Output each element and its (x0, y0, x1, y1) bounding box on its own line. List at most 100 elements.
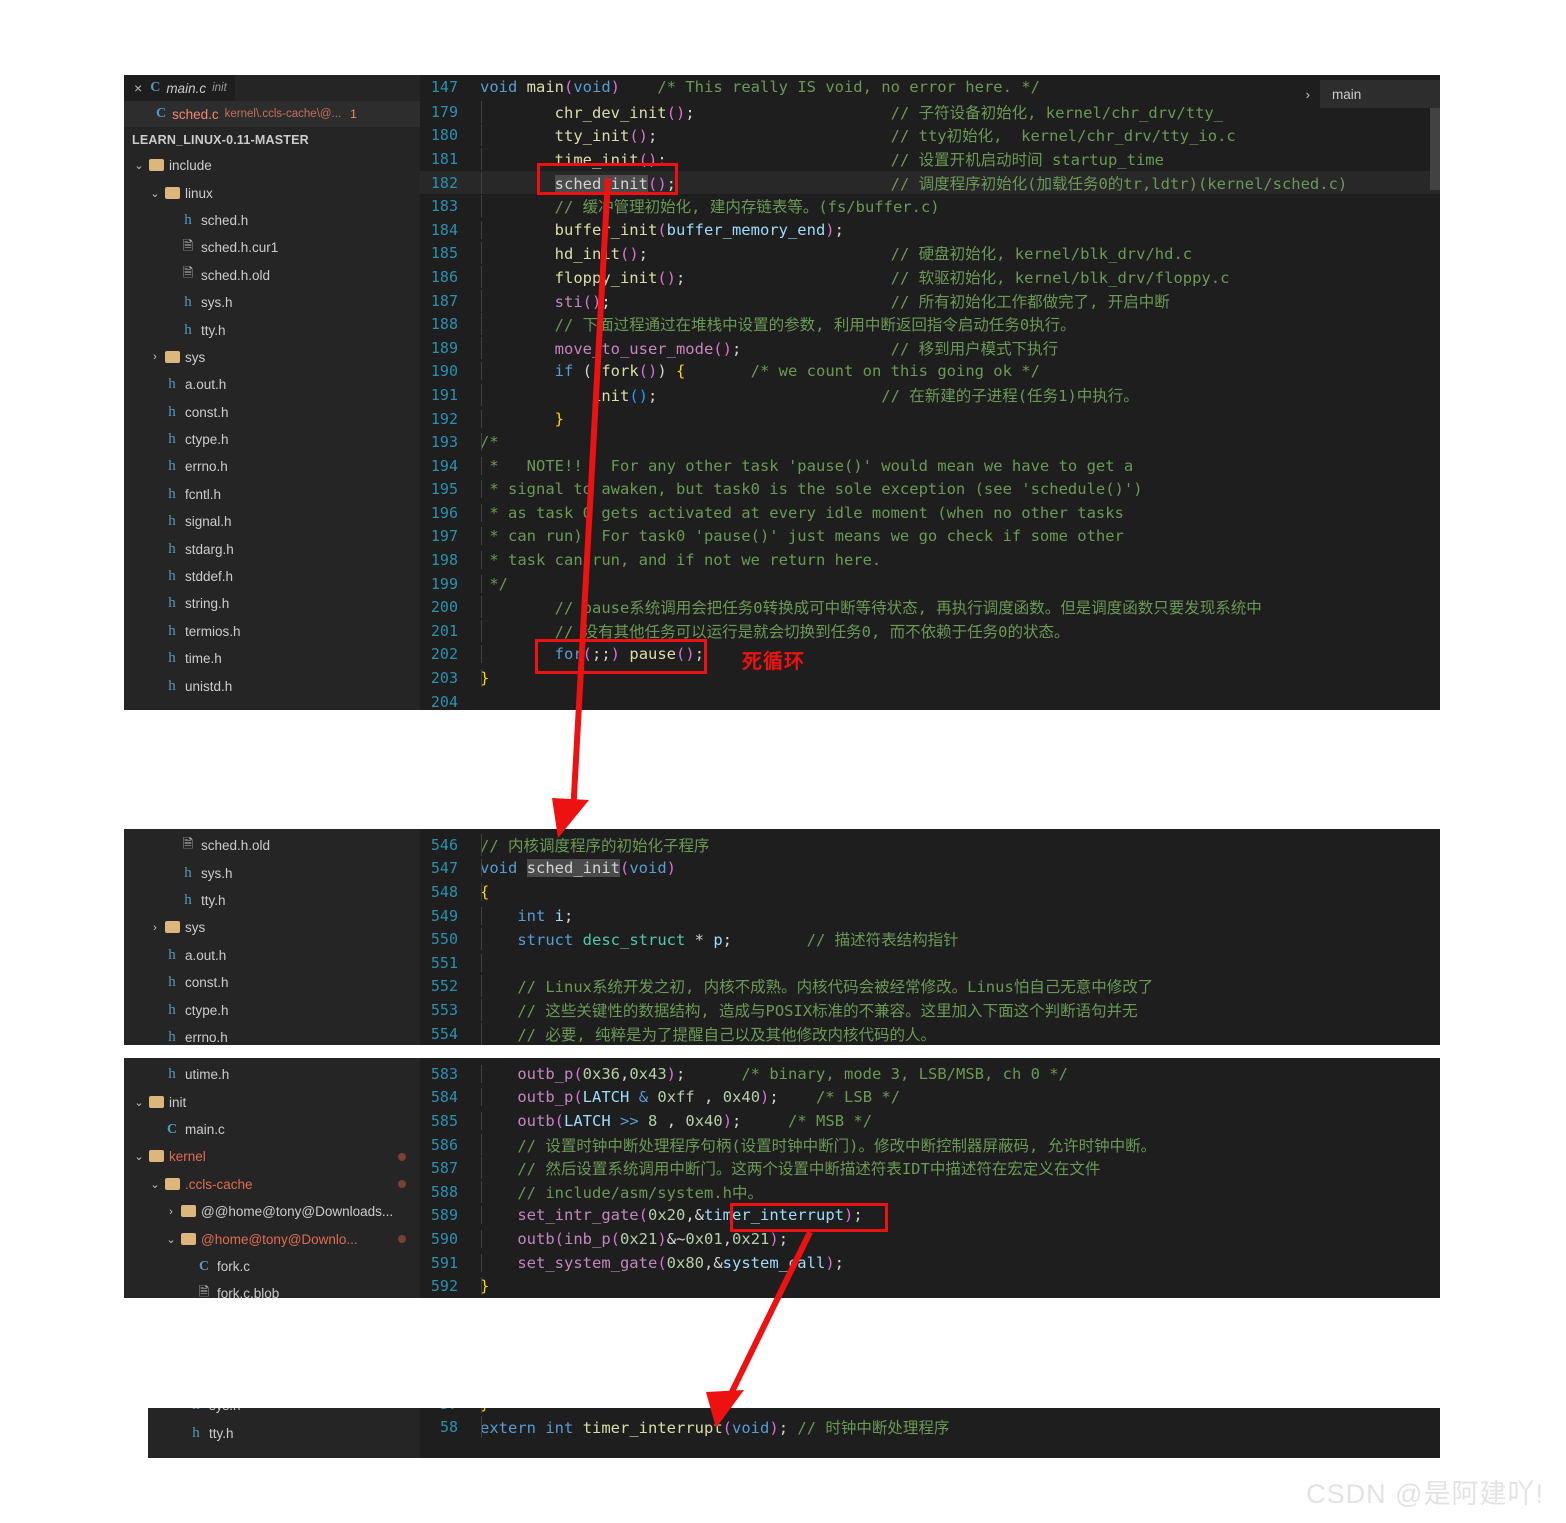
code-line[interactable]: 183 // 缓冲管理初始化, 建内存链表等。(fs/buffer.c) (420, 194, 1440, 218)
chevron-icon[interactable]: ⌄ (132, 159, 146, 172)
tree-item[interactable]: h ctype.h (124, 996, 420, 1023)
code-editor-3[interactable]: 583 outb_p(0x36,0x43); /* binary, mode 3… (420, 1058, 1440, 1298)
code-line[interactable]: 554 // 必要, 纯粹是为了提醒自己以及其他修改内核代码的人。 (420, 1022, 1440, 1045)
tree-item[interactable]: 🗎 sched.h.old (124, 832, 420, 859)
code-line[interactable]: 185 hd_init(); // 硬盘初始化, kernel/blk_drv/… (420, 242, 1440, 266)
code-line[interactable]: 204 (420, 690, 1440, 710)
file-tree-4[interactable]: h sys.h h tty.h (148, 1408, 420, 1447)
chevron-icon[interactable]: ⌄ (164, 1233, 178, 1246)
code-line[interactable]: 203} (420, 666, 1440, 690)
code-line[interactable]: 197 * can run). For task0 'pause()' just… (420, 525, 1440, 549)
tree-item[interactable]: ⌄ kernel (124, 1143, 420, 1170)
code-line[interactable]: 586 // 设置时钟中断处理程序句柄(设置时钟中断门)。修改中断控制器屏蔽码,… (420, 1133, 1440, 1157)
tree-item[interactable]: h unistd.h (124, 672, 420, 699)
code-line[interactable]: 587 // 然后设置系统调用中断门。这两个设置中断描述符表IDT中描述符在宏定… (420, 1156, 1440, 1180)
tree-item[interactable]: h termios.h (124, 618, 420, 645)
tree-item[interactable]: ⌄ .ccls-cache (124, 1171, 420, 1198)
tree-item[interactable]: h errno.h (124, 1024, 420, 1045)
code-line[interactable]: 591 set_system_gate(0x80,&system_call); (420, 1251, 1440, 1275)
tree-item[interactable]: h const.h (124, 399, 420, 426)
tree-item[interactable]: h sys.h (148, 1408, 420, 1419)
file-tree-3[interactable]: h utime.h ⌄ init Cmain.c ⌄ kernel ⌄ .ccls-cache ›… (124, 1058, 420, 1298)
code-line[interactable]: 549 int i; (420, 904, 1440, 928)
tree-item[interactable]: h errno.h (124, 453, 420, 480)
chevron-icon[interactable]: › (148, 351, 162, 363)
tree-item[interactable]: h a.out.h (124, 942, 420, 969)
chevron-icon[interactable]: › (164, 1206, 178, 1218)
code-line[interactable]: 551 (420, 951, 1440, 975)
tab-main-c[interactable]: × C main.c init (124, 75, 235, 101)
chevron-icon[interactable]: ⌄ (148, 1178, 162, 1191)
tree-item[interactable]: › @@home@tony@Downloads... (124, 1198, 420, 1225)
editor-scrollbar-1[interactable] (1430, 100, 1440, 190)
code-line[interactable]: 180 tty_init(); // tty初始化, kernel/chr_dr… (420, 124, 1440, 148)
tree-item[interactable]: › sys (124, 344, 420, 371)
code-line[interactable]: 202 for(;;) pause(); (420, 643, 1440, 667)
code-line[interactable]: 592} (420, 1274, 1440, 1298)
close-icon[interactable]: × (134, 81, 142, 95)
code-line[interactable]: 182 sched_init(); // 调度程序初始化(加载任务0的tr,ld… (420, 170, 1440, 195)
code-editor-4[interactable]: 57} 58 extern int timer_interrupt(void); /… (420, 1408, 1440, 1458)
tree-item[interactable]: h stdarg.h (124, 535, 420, 562)
chevron-icon[interactable]: ⌄ (132, 1150, 146, 1163)
code-line[interactable]: 198 * task can run, and if not we return… (420, 548, 1440, 572)
tree-item[interactable]: Cfork.c (124, 1253, 420, 1280)
code-line[interactable]: 553 // 这些关键性的数据结构, 造成与POSIX标准的不兼容。这里加入下面… (420, 998, 1440, 1022)
tree-item[interactable]: h ctype.h (124, 426, 420, 453)
tree-item[interactable]: h stddef.h (124, 563, 420, 590)
code-line[interactable]: 548 { (420, 880, 1440, 904)
tree-item[interactable]: ⌄ init (124, 1088, 420, 1115)
file-tree-1[interactable]: ⌄ include ⌄ linux h sched.h 🗎 sched.h.cur1 🗎 sche… (124, 152, 420, 700)
code-line[interactable]: 187 sti(); // 所有初始化工作都做完了, 开启中断 (420, 289, 1440, 313)
tree-item[interactable]: h tty.h (124, 316, 420, 343)
code-line[interactable]: 583 outb_p(0x36,0x43); /* binary, mode 3… (420, 1062, 1440, 1086)
code-line[interactable]: 192 } (420, 407, 1440, 431)
file-explorer-sidebar-2[interactable]: 🗎 sched.h.old h sys.h h tty.h › sys h a.out.h h con… (124, 829, 420, 1045)
code-line[interactable]: 199 */ (420, 572, 1440, 596)
tree-item[interactable]: h sys.h (124, 289, 420, 316)
tree-item[interactable]: › sys (124, 914, 420, 941)
code-line[interactable]: 189 move_to_user_mode(); // 移到用户模式下执行 (420, 336, 1440, 360)
code-line[interactable]: 195 * signal to awaken, but task0 is the… (420, 478, 1440, 502)
code-line[interactable]: 547 void sched_init(void) (420, 857, 1440, 881)
code-line[interactable]: 186 floppy_init(); // 软驱初始化, kernel/blk_… (420, 265, 1440, 289)
code-line[interactable]: 552 // Linux系统开发之初, 内核不成熟。内核代码会被经常修改。Lin… (420, 975, 1440, 999)
tree-item[interactable]: 🗎 sched.h.old (124, 262, 420, 289)
tree-item[interactable]: h a.out.h (124, 371, 420, 398)
code-lines-1[interactable]: 179 chr_dev_init(); // 子符设备初始化, kernel/c… (420, 100, 1440, 710)
code-line[interactable]: 550 struct desc_struct * p; // 描述符表结构指针 (420, 927, 1440, 951)
chevron-icon[interactable]: ⌄ (148, 187, 162, 200)
code-lines-3[interactable]: 583 outb_p(0x36,0x43); /* binary, mode 3… (420, 1062, 1440, 1298)
code-line[interactable]: 196 * as task 0 gets activated at every … (420, 501, 1440, 525)
code-editor-1[interactable]: 147 void main(void) /* This really IS vo… (420, 75, 1440, 710)
tree-item[interactable]: h sys.h (124, 859, 420, 886)
code-line[interactable]: 588 // include/asm/system.h中。 (420, 1180, 1440, 1204)
file-tree-2[interactable]: 🗎 sched.h.old h sys.h h tty.h › sys h a.out.h h con… (124, 829, 420, 1045)
code-line[interactable]: 58 extern int timer_interrupt(void); // 时… (420, 1416, 1440, 1440)
code-line[interactable]: 181 time_init(): // 设置开机启动时间 startup_tim… (420, 147, 1440, 171)
tree-item[interactable]: h utime.h (124, 1061, 420, 1088)
tree-item[interactable]: h sched.h (124, 207, 420, 234)
code-line[interactable]: 589 set_intr_gate(0x20,&timer_interrupt)… (420, 1204, 1440, 1228)
code-line[interactable]: 188 // 下面过程通过在堆栈中设置的参数, 利用中断返回指令启动任务0执行。 (420, 312, 1440, 336)
tree-item[interactable]: ⌄ @home@tony@Downlo... (124, 1225, 420, 1252)
tree-item[interactable]: h tty.h (148, 1419, 420, 1446)
code-lines-2[interactable]: 546 // 内核调度程序的初始化子程序 547 void sched_init(vo… (420, 833, 1440, 1045)
tree-item[interactable]: Cmain.c (124, 1116, 420, 1143)
file-explorer-sidebar-1[interactable]: × C main.c init C sched.c kernel\.ccls-c… (124, 75, 420, 710)
breadcrumb-item-main[interactable]: main (1320, 80, 1440, 108)
tree-item[interactable]: h time.h (124, 645, 420, 672)
code-line[interactable]: 200 // pause系统调用会把任务0转换成可中断等待状态, 再执行调度函数… (420, 595, 1440, 619)
code-line[interactable]: 193 /* (420, 430, 1440, 454)
code-line[interactable]: 194 * NOTE!! For any other task 'pause()… (420, 454, 1440, 478)
tree-item[interactable]: 🗎 sched.h.cur1 (124, 234, 420, 261)
chevron-icon[interactable]: ⌄ (132, 1096, 146, 1109)
tree-item[interactable]: h tty.h (124, 887, 420, 914)
chevron-icon[interactable]: › (148, 922, 162, 934)
tree-item[interactable]: h signal.h (124, 508, 420, 535)
file-explorer-sidebar-4[interactable]: h sys.h h tty.h (148, 1408, 420, 1458)
tree-item[interactable]: ⌄ linux (124, 179, 420, 206)
tree-item[interactable]: h const.h (124, 969, 420, 996)
code-line[interactable]: 57} (420, 1408, 1440, 1416)
code-line[interactable]: 184 buffer_init(buffer_memory_end); (420, 218, 1440, 242)
